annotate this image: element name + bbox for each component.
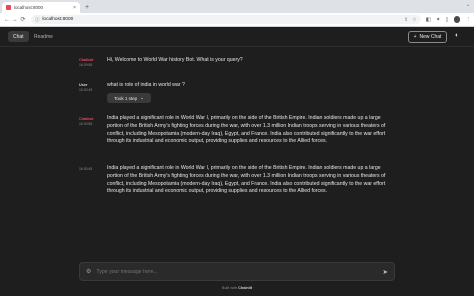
profile-avatar[interactable] [453, 16, 461, 23]
favicon-icon [6, 5, 11, 10]
message-author: Chatbot [79, 58, 94, 62]
footer-prefix: Built with [221, 286, 238, 290]
info-icon[interactable]: ⓘ [35, 17, 40, 23]
forward-icon[interactable]: → [11, 17, 19, 23]
message-input[interactable] [96, 268, 383, 275]
send-icon[interactable]: ➤ [383, 268, 388, 276]
tab-strip: localhost:8000 × + ⌄ [0, 0, 474, 13]
back-icon[interactable]: ← [3, 17, 11, 23]
tab-search-icon[interactable]: ⌄ [466, 2, 470, 8]
menu-icon[interactable]: ⋮ [465, 17, 471, 23]
message-text: what is role of india in world war ? [107, 82, 185, 88]
message-meta: 16:30:45 [79, 166, 92, 171]
reload-icon[interactable]: ⟳ [19, 16, 27, 23]
message-meta: User 16:30:45 [79, 83, 92, 92]
extensions-icon[interactable]: ◧ [426, 17, 431, 23]
took-step-button[interactable]: Took 1 step ⌄ [107, 93, 151, 103]
tab-title: localhost:8000 [14, 5, 44, 10]
message-text: Hi, Welcome to World War history Bot. Wh… [107, 57, 243, 63]
new-chat-label: New Chat [419, 34, 442, 40]
browser-tab[interactable]: localhost:8000 × [2, 2, 80, 13]
message-time: 16:30:45 [79, 167, 93, 171]
message-time: 16:30:58 [79, 122, 93, 126]
address-bar: ← → ⟳ ⓘ localhost:8000 ⇪ ☆ ◧ ✦ ▯ ⋮ [0, 13, 474, 27]
message-composer: ⚙ ➤ [79, 262, 395, 281]
chevron-down-icon: ⌄ [140, 95, 144, 100]
new-chat-button[interactable]: + New Chat [408, 31, 447, 43]
bookmark-star-icon[interactable]: ☆ [412, 17, 416, 23]
message-text: India played a significant role in World… [107, 115, 386, 145]
plus-icon: + [413, 34, 417, 40]
footer-brand[interactable]: Chainlit [238, 286, 252, 290]
message-author: User [79, 83, 88, 87]
step-label: Took 1 step [114, 95, 138, 101]
sidebar-icon[interactable]: ▯ [446, 17, 449, 23]
settings-icon[interactable]: ⚙ [86, 268, 91, 275]
message-meta: Chatbot 16:30:58 [79, 117, 93, 126]
footer: Built with Chainlit [0, 286, 474, 290]
message-meta: Chatbot 16:29:58 [79, 58, 93, 67]
app-header: Chat Readme + New Chat ◐ [0, 27, 474, 47]
browser-window: localhost:8000 × + ⌄ ← → ⟳ ⓘ localhost:8… [0, 0, 474, 296]
theme-toggle-icon[interactable]: ◐ [455, 32, 459, 39]
new-tab-button[interactable]: + [85, 4, 89, 11]
message-time: 16:30:45 [79, 88, 93, 92]
message-author: Chatbot [79, 117, 94, 121]
omnibox[interactable]: ⓘ localhost:8000 ⇪ ☆ [30, 15, 421, 24]
tab-chat[interactable]: Chat [8, 31, 29, 42]
message-text: India played a significant role in World… [107, 165, 386, 195]
puzzle-icon[interactable]: ✦ [436, 17, 441, 23]
message-time: 16:29:58 [79, 63, 93, 67]
close-tab-icon[interactable]: × [73, 5, 76, 11]
tab-readme[interactable]: Readme [29, 31, 58, 42]
share-icon[interactable]: ⇪ [404, 17, 408, 23]
url-text[interactable]: localhost:8000 [42, 17, 400, 22]
